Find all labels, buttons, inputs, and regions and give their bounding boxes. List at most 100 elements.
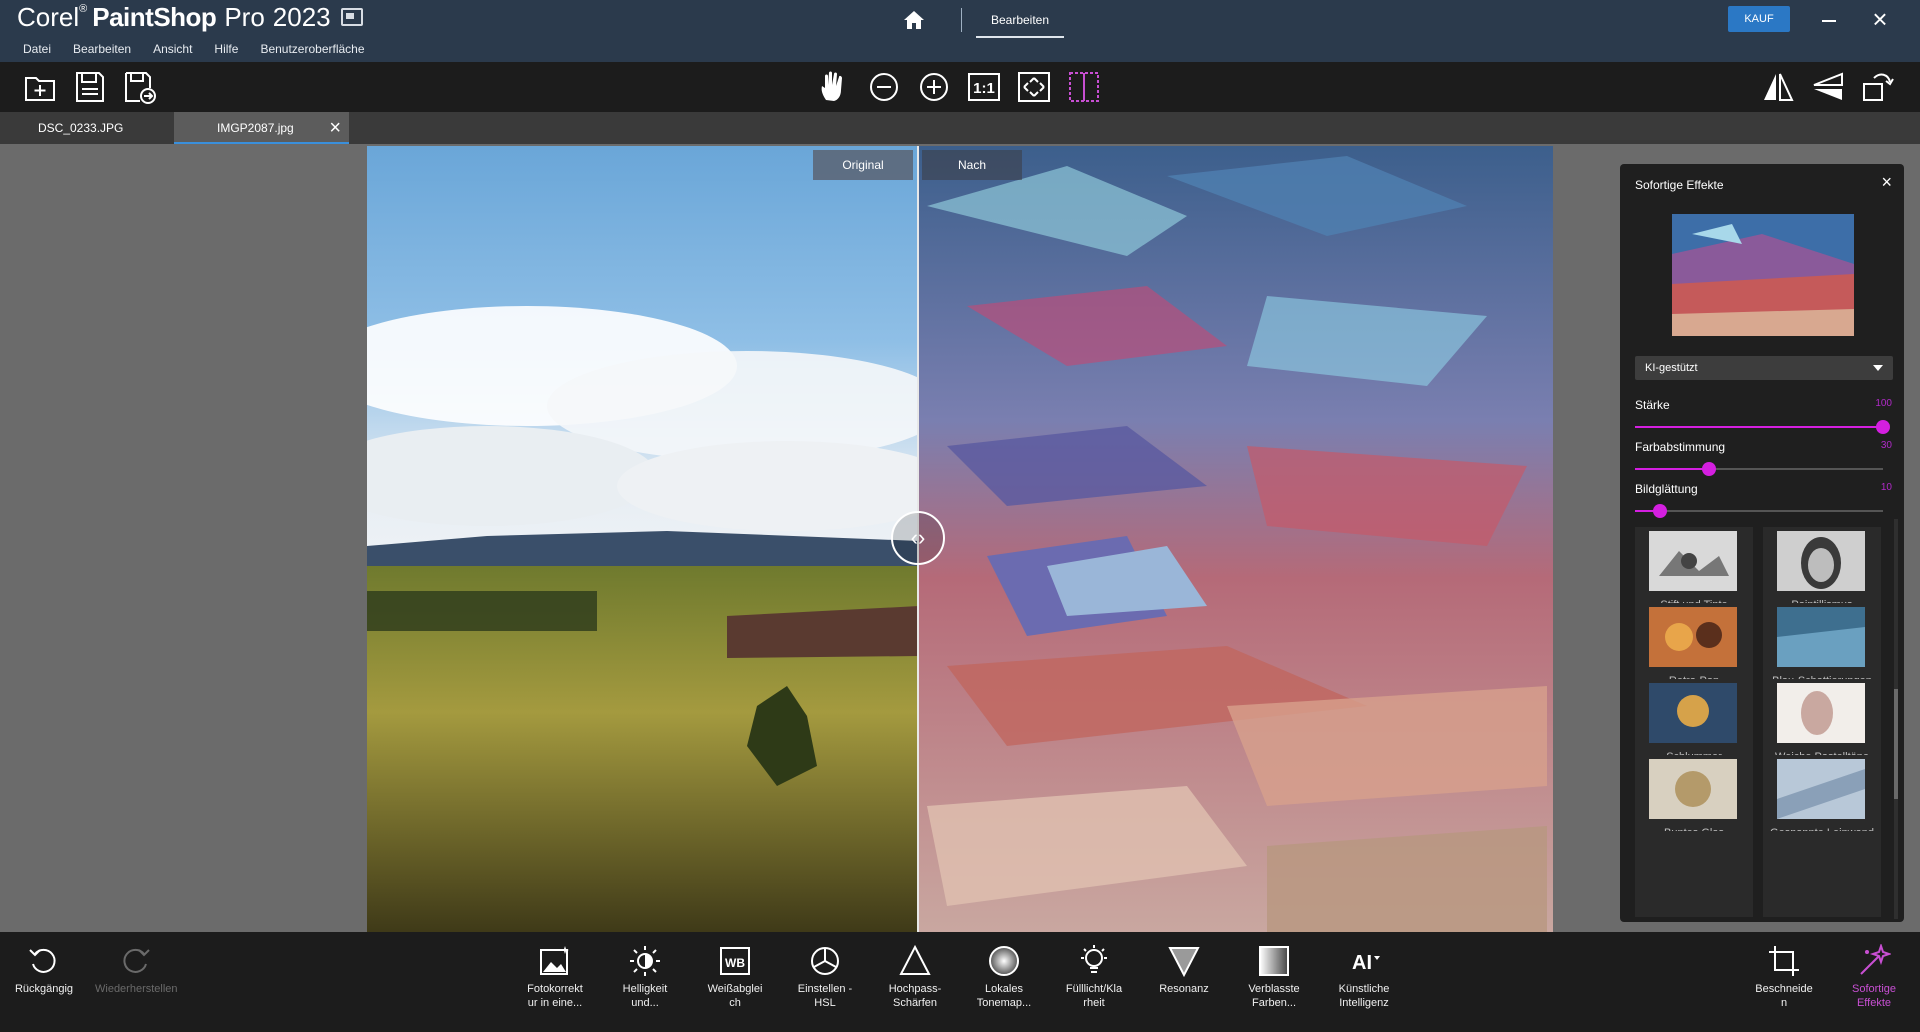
bottom-label-2: und... (631, 997, 659, 1009)
slider-bildglaettung[interactable] (1635, 504, 1883, 518)
buy-button[interactable]: KAUF (1728, 6, 1790, 32)
brand-registered: ® (79, 3, 88, 15)
slider-label-farbabstimmung: Farbabstimmung (1635, 440, 1726, 454)
pan-hand-icon[interactable] (816, 70, 852, 104)
effect-thumbnail (1777, 607, 1865, 667)
app-window: Corel ® PaintShop Pro 2023 Datei Bearbei… (0, 0, 1920, 1032)
crop-button[interactable]: Beschneide n (1744, 944, 1824, 1024)
minimize-icon[interactable] (1818, 8, 1840, 32)
zoom-in-icon[interactable] (916, 70, 952, 104)
panel-close-icon[interactable]: × (1881, 172, 1892, 193)
zoom-out-icon[interactable] (866, 70, 902, 104)
effects-gallery: Stift und Tinte Pointillismus Retro-Pop … (1635, 527, 1883, 917)
slider-thumb[interactable] (1652, 504, 1667, 518)
bottom-label-1: Helligkeit (622, 983, 668, 995)
vibrance-icon (1168, 947, 1200, 978)
effect-thumbnail (1649, 531, 1737, 591)
bottom-label-1: Einstellen - (797, 983, 853, 995)
lightbulb-icon (1081, 945, 1107, 973)
compare-split-icon[interactable] (1066, 70, 1102, 104)
chevron-down-icon (1873, 365, 1883, 371)
bottom-label-1: Weißabglei (707, 983, 763, 995)
dropdown-value: KI-gestützt (1645, 362, 1698, 374)
instant-effects-button[interactable]: Sofortige Effekte (1834, 944, 1914, 1024)
actual-size-icon[interactable]: 1:1 (966, 70, 1002, 104)
undo-label: Rückgängig (14, 983, 74, 995)
slider-value-bildglaettung: 10 (1880, 482, 1892, 493)
new-file-icon[interactable] (22, 70, 58, 104)
bottom-label-2: n (1780, 997, 1788, 1009)
menu-benutzeroberflaeche[interactable]: Benutzeroberfläche (249, 42, 375, 56)
ai-button[interactable]: AI Künstliche Intelligenz (1324, 944, 1404, 1024)
save-icon[interactable] (72, 70, 108, 104)
vibrance-button[interactable]: Resonanz (1144, 944, 1224, 1024)
bottom-label-1: Fotokorrekt (527, 983, 583, 995)
effect-thumbnail (1649, 759, 1737, 819)
panel-scrollbar[interactable] (1894, 519, 1898, 919)
brand-paintshop: PaintShop (92, 1, 217, 32)
menu-ansicht[interactable]: Ansicht (142, 42, 203, 56)
slider-value-farbabstimmung: 30 (1880, 440, 1892, 451)
tab-imgp2087[interactable]: IMGP2087.jpg × (174, 112, 349, 144)
ai-icon: AI (1352, 952, 1380, 974)
brightness-button[interactable]: Helligkeit und... (605, 944, 685, 1024)
menu-bearbeiten[interactable]: Bearbeiten (62, 42, 142, 56)
faded-colors-icon (1259, 946, 1289, 976)
fill-light-button[interactable]: Fülllicht/Kla rheit (1054, 944, 1134, 1024)
tab-dsc-0233[interactable]: DSC_0233.JPG (0, 112, 174, 144)
brightness-icon (630, 946, 660, 976)
slider-thumb[interactable] (1702, 462, 1717, 476)
effect-category-dropdown[interactable]: KI-gestützt (1635, 356, 1893, 380)
brand-corel: Corel (17, 1, 80, 32)
fit-window-icon[interactable] (1016, 70, 1052, 104)
original-label[interactable]: Original (813, 150, 913, 180)
bottom-label-2: ur in eine... (527, 997, 583, 1009)
svg-text:WB: WB (725, 956, 745, 970)
after-label[interactable]: Nach (922, 150, 1022, 180)
local-tonemap-button[interactable]: Lokales Tonemap... (964, 944, 1044, 1024)
undo-button[interactable]: Rückgängig (4, 944, 84, 1024)
title-bar: Corel ® PaintShop Pro 2023 Datei Bearbei… (0, 0, 1920, 62)
redo-button[interactable]: Wiederherstellen (95, 944, 178, 1024)
slider-farbabstimmung[interactable] (1635, 462, 1883, 476)
white-balance-button[interactable]: WB Weißabglei ch (695, 944, 775, 1024)
main-toolbar: 1:1 (0, 62, 1920, 112)
effect-more-1[interactable] (1635, 831, 1753, 917)
menu-hilfe[interactable]: Hilfe (203, 42, 249, 56)
effect-thumbnail (1777, 531, 1865, 591)
flip-vertical-icon[interactable] (1810, 70, 1846, 104)
brand-pro: Pro (224, 1, 265, 32)
compare-drag-handle[interactable]: ‹› (891, 511, 945, 565)
document-tabs: DSC_0233.JPG IMGP2087.jpg × (0, 112, 1920, 144)
image-canvas[interactable] (367, 146, 1553, 932)
highpass-sharpen-button[interactable]: Hochpass- Schärfen (875, 944, 955, 1024)
window-mode-icon[interactable] (340, 8, 363, 26)
close-tab-icon[interactable]: × (329, 112, 341, 144)
photo-correction-button[interactable]: Fotokorrekt ur in eine... (515, 944, 595, 1024)
menu-datei[interactable]: Datei (12, 42, 62, 56)
bottom-label-1: Resonanz (1159, 983, 1209, 995)
tab-bearbeiten[interactable]: Bearbeiten (976, 2, 1064, 38)
bottom-label-2: Intelligenz (1339, 997, 1389, 1009)
slider-fill (1635, 426, 1883, 428)
panel-title: Sofortige Effekte (1635, 178, 1724, 192)
instant-effects-panel: Sofortige Effekte × KI-gestützt Stärke 1… (1620, 164, 1904, 922)
home-icon[interactable] (902, 9, 926, 31)
faded-colors-button[interactable]: Verblasste Farben... (1234, 944, 1314, 1024)
save-as-icon[interactable] (122, 70, 158, 104)
rotate-icon[interactable] (1860, 70, 1896, 104)
slider-thumb[interactable] (1876, 420, 1890, 434)
hsl-button[interactable]: Einstellen - HSL (785, 944, 865, 1024)
bottom-label-2: HSL (814, 997, 836, 1009)
bottom-label-1: Beschneide (1755, 983, 1813, 995)
redo-icon (123, 948, 150, 973)
tonemap-sphere-icon (989, 946, 1019, 976)
flip-horizontal-icon[interactable] (1760, 70, 1796, 104)
close-window-icon[interactable]: × (1868, 6, 1892, 32)
slider-label-staerke: Stärke (1635, 398, 1670, 412)
effect-preview (1672, 214, 1854, 336)
scrollbar-thumb[interactable] (1894, 689, 1898, 799)
tab-label: IMGP2087.jpg (217, 121, 294, 135)
effect-more-2[interactable] (1763, 831, 1881, 917)
slider-staerke[interactable] (1635, 420, 1890, 434)
